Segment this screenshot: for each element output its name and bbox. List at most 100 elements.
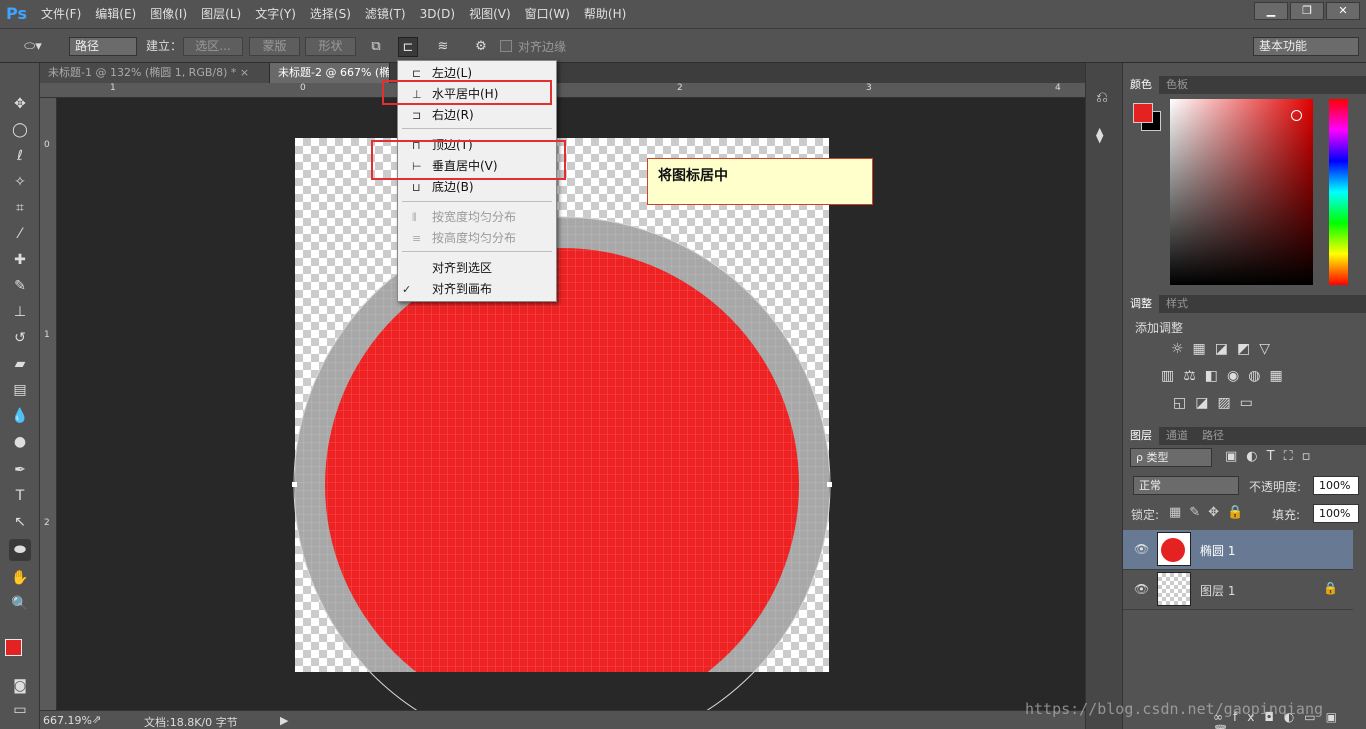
path-arrangement-icon[interactable]: ≋ [433, 37, 453, 57]
layer-row-ellipse[interactable]: 👁 椭圆 1 [1123, 530, 1353, 570]
distribute-height-item: ≡ 按高度均匀分布 [398, 228, 556, 249]
tab-adjustments[interactable]: 调整 [1123, 295, 1159, 313]
eraser-tool-icon[interactable]: ▰ [9, 353, 31, 375]
align-right-item[interactable]: ⊐ 右边(R) [398, 105, 556, 126]
eye-icon[interactable]: 👁 [1134, 542, 1149, 556]
align-bottom-item[interactable]: ⊔ 底边(B) [398, 177, 556, 198]
menu-image[interactable]: 图像(I) [143, 0, 194, 28]
brush-tool-icon[interactable]: ✎ [9, 275, 31, 297]
menu-layer[interactable]: 图层(L) [194, 0, 248, 28]
move-tool-icon[interactable]: ✥ [9, 93, 31, 115]
make-mask-button[interactable]: 蒙版 [249, 37, 300, 56]
eye-icon[interactable]: 👁 [1134, 582, 1149, 596]
close-icon[interactable]: × [240, 66, 249, 79]
tab-paths[interactable]: 路径 [1195, 427, 1231, 445]
menu-window[interactable]: 窗口(W) [518, 0, 577, 28]
quick-mask-icon[interactable]: ◙ [9, 675, 31, 697]
history-brush-icon[interactable]: ↺ [9, 327, 31, 349]
color-field[interactable] [1170, 99, 1313, 285]
menu-edit[interactable]: 编辑(E) [88, 0, 143, 28]
adjustment-icons-row-1[interactable]: ☼▦◪◩▽ [1171, 341, 1279, 357]
right-panels: 颜色 色板 调整 样式 添加调整 ☼▦◪◩▽ ▥⚖◧◉◍▦ ◱◪▨▭ 图层 通道… [1123, 63, 1366, 729]
adjustment-icons-row-3[interactable]: ◱◪▨▭ [1173, 395, 1262, 411]
path-selection-icon[interactable]: ↖ [9, 511, 31, 533]
hand-tool-icon[interactable]: ✋ [9, 567, 31, 589]
play-arrow-icon[interactable]: ▶ [280, 714, 288, 727]
screen-mode-icon[interactable]: ▭ [9, 699, 31, 721]
marquee-tool-icon[interactable]: ◯ [9, 119, 31, 141]
blur-tool-icon[interactable]: 💧 [9, 405, 31, 427]
layer-filter-select[interactable]: ρ 类型 [1130, 448, 1212, 467]
opacity-label: 不透明度: [1249, 480, 1302, 494]
align-to-canvas-item[interactable]: ✓ 对齐到画布 [398, 279, 556, 300]
tab-label: 未标题-2 @ 667% (椭 [278, 66, 390, 79]
path-operations-icon[interactable]: ⧉ [366, 37, 386, 57]
type-tool-icon[interactable]: T [9, 485, 31, 507]
history-icon[interactable]: ⎌ [1096, 88, 1108, 106]
align-left-icon: ⊏ [412, 67, 422, 80]
restore-button[interactable]: ❐ [1290, 2, 1324, 20]
magic-wand-icon[interactable]: ✧ [9, 171, 31, 193]
zoom-level[interactable]: 667.19% [43, 714, 92, 727]
tab-styles[interactable]: 样式 [1159, 295, 1195, 313]
foreground-color-swatch[interactable] [5, 639, 22, 656]
layer-name[interactable]: 椭圆 1 [1200, 542, 1235, 559]
distribute-height-icon: ≡ [412, 232, 422, 245]
close-button[interactable]: ✕ [1326, 2, 1360, 20]
pen-tool-icon[interactable]: ✒ [9, 459, 31, 481]
zoom-tool-icon[interactable]: 🔍 [9, 593, 31, 615]
make-selection-button[interactable]: 选区... [183, 37, 243, 56]
menu-separator [402, 128, 552, 129]
ellipse-tool-icon[interactable]: ⬬ [9, 539, 31, 561]
menu-type[interactable]: 文字(Y) [248, 0, 303, 28]
tool-mode-select[interactable]: 路径 [69, 37, 137, 56]
adjust-panel-header: 调整 样式 [1123, 295, 1366, 313]
menu-help[interactable]: 帮助(H) [577, 0, 633, 28]
fill-input[interactable]: 100% [1313, 504, 1359, 523]
make-shape-button[interactable]: 形状 [305, 37, 356, 56]
hue-slider[interactable] [1329, 99, 1348, 285]
layer-name[interactable]: 图层 1 [1200, 582, 1235, 599]
properties-icon[interactable]: ⧫ [1096, 126, 1103, 144]
path-alignment-icon[interactable]: ⊏ [398, 37, 418, 57]
opacity-input[interactable]: 100% [1313, 476, 1359, 495]
layer-filter-icons[interactable]: ▣◐T⛶▫ [1225, 449, 1319, 464]
gradient-tool-icon[interactable]: ▤ [9, 379, 31, 401]
horizontal-ruler: 1 0 1 2 3 4 [40, 83, 1085, 98]
tab-document-1[interactable]: 未标题-1 @ 132% (椭圆 1, RGB/8) * × [40, 63, 270, 83]
minimize-button[interactable]: ▁ [1254, 2, 1288, 20]
foreground-color-chip[interactable] [1133, 103, 1153, 123]
layer-thumbnail [1157, 532, 1191, 566]
menu-label: 按宽度均匀分布 [432, 210, 517, 224]
lock-icons[interactable]: ▦✎✥🔒 [1169, 505, 1251, 520]
tab-swatches[interactable]: 色板 [1159, 76, 1195, 94]
menu-filter[interactable]: 滤镜(T) [358, 0, 413, 28]
align-to-selection-item[interactable]: 对齐到选区 [398, 258, 556, 279]
eyedropper-icon[interactable]: ⁄ [9, 223, 31, 245]
color-panel-header: 颜色 色板 [1123, 76, 1366, 94]
export-icon[interactable]: ⇗ [92, 713, 101, 726]
align-edges-checkbox[interactable] [500, 40, 512, 52]
crop-tool-icon[interactable]: ⌗ [9, 197, 31, 219]
tab-channels[interactable]: 通道 [1159, 427, 1195, 445]
menu-file[interactable]: 文件(F) [34, 0, 88, 28]
highlight-box [371, 140, 566, 180]
lasso-tool-icon[interactable]: ℓ [9, 145, 31, 167]
adjustment-icons-row-2[interactable]: ▥⚖◧◉◍▦ [1161, 368, 1292, 384]
layer-row-layer1[interactable]: 👁 图层 1 🔒 [1123, 570, 1353, 610]
tab-layers[interactable]: 图层 [1123, 427, 1159, 445]
workspace-select[interactable]: 基本功能 [1253, 37, 1359, 56]
tab-color[interactable]: 颜色 [1123, 76, 1159, 94]
gear-icon[interactable]: ⚙ [471, 37, 491, 57]
ruler-label: 0 [44, 140, 50, 150]
ellipse-tool-preset-icon[interactable]: ⬭▾ [18, 37, 48, 57]
healing-brush-icon[interactable]: ✚ [9, 249, 31, 271]
dodge-tool-icon[interactable]: ● [9, 431, 31, 453]
lock-icon: 🔒 [1323, 581, 1338, 595]
tab-document-2[interactable]: 未标题-2 @ 667% (椭 [270, 63, 390, 83]
menu-select[interactable]: 选择(S) [303, 0, 358, 28]
menu-3d[interactable]: 3D(D) [413, 0, 462, 28]
menu-view[interactable]: 视图(V) [462, 0, 518, 28]
blend-mode-select[interactable]: 正常 [1133, 476, 1239, 495]
stamp-tool-icon[interactable]: ⊥ [9, 301, 31, 323]
